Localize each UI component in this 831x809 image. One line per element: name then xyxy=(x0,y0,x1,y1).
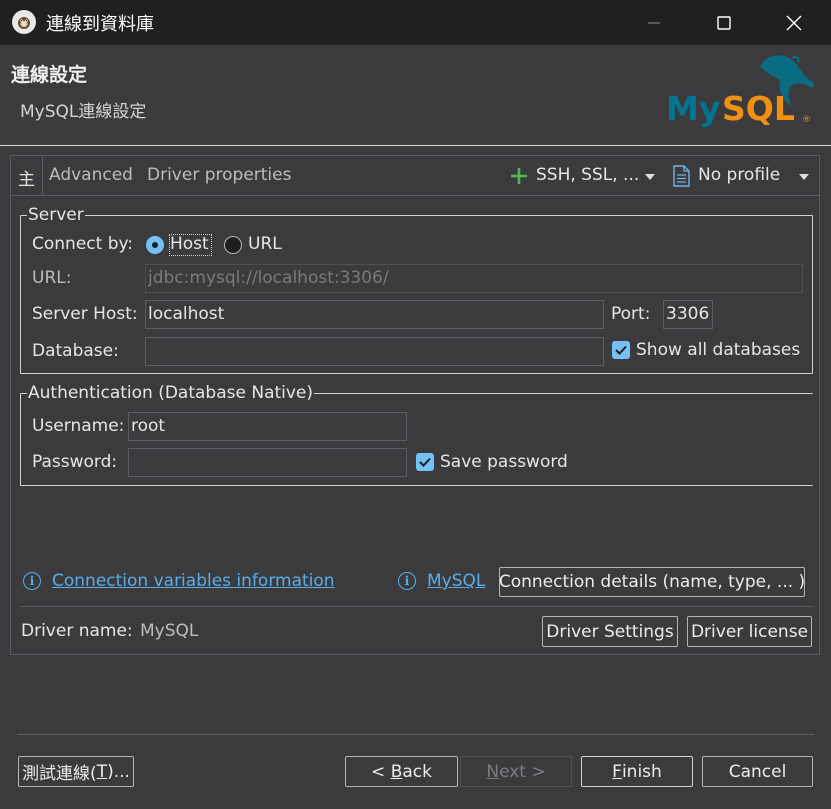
profile-selector[interactable]: No profile xyxy=(698,165,780,185)
server-host-input[interactable]: localhost xyxy=(145,300,604,329)
database-input[interactable] xyxy=(145,337,604,366)
next-mnemonic: N xyxy=(486,761,500,782)
chevron-down-icon[interactable] xyxy=(798,173,810,181)
tab-bar-divider xyxy=(11,195,819,196)
driver-name-label: Driver name: xyxy=(21,621,133,641)
host-radio[interactable] xyxy=(146,236,164,254)
mysql-logo: My SQL ® xyxy=(664,52,820,132)
svg-text:®: ® xyxy=(802,115,811,125)
save-password-label[interactable]: Save password xyxy=(440,452,568,472)
username-label: Username: xyxy=(32,416,125,436)
back-label-pre: < xyxy=(371,761,391,782)
window-title: 連線到資料庫 xyxy=(46,14,154,35)
port-label: Port: xyxy=(611,304,651,324)
username-input[interactable]: root xyxy=(128,412,407,441)
finish-button[interactable]: Finish xyxy=(581,756,693,787)
url-label: URL: xyxy=(32,268,72,288)
driver-divider xyxy=(20,606,813,607)
tab-driver-properties[interactable]: Driver properties xyxy=(147,165,291,185)
test-connection-label-end: )... xyxy=(107,761,130,782)
save-password-checkbox[interactable] xyxy=(416,453,434,471)
mysql-link[interactable]: MySQL xyxy=(427,571,485,591)
ssh-ssl-button[interactable]: SSH, SSL, ... xyxy=(536,165,639,185)
back-mnemonic: B xyxy=(390,761,403,782)
checkmark-icon xyxy=(615,345,627,355)
password-label: Password: xyxy=(32,452,118,472)
back-label-post: ack xyxy=(402,761,432,782)
header-divider xyxy=(0,145,831,146)
maximize-button[interactable] xyxy=(689,0,759,45)
show-all-databases-label[interactable]: Show all databases xyxy=(636,340,800,360)
url-radio-label[interactable]: URL xyxy=(248,234,282,254)
page-subtitle: MySQL連線設定 xyxy=(20,102,147,122)
host-radio-label[interactable]: Host xyxy=(170,234,209,254)
connection-details-button[interactable]: Connection details (name, type, ... ) xyxy=(499,567,805,597)
authentication-group-label: Authentication (Database Native) xyxy=(28,383,314,403)
server-group-label: Server xyxy=(28,205,84,225)
driver-name-value: MySQL xyxy=(140,621,199,641)
close-icon xyxy=(786,15,802,30)
show-all-databases-checkbox[interactable] xyxy=(612,341,630,359)
test-connection-button[interactable]: 測試連線(T)... xyxy=(18,756,134,787)
back-button[interactable]: < Back xyxy=(345,756,458,787)
svg-text:SQL: SQL xyxy=(722,89,795,128)
next-label-post: ext > xyxy=(499,761,546,782)
dbeaver-app-icon xyxy=(12,10,36,34)
test-connection-mnemonic: T xyxy=(96,761,108,782)
checkmark-icon xyxy=(419,457,431,467)
close-button[interactable] xyxy=(759,0,829,45)
url-radio[interactable] xyxy=(224,236,242,254)
minimize-button[interactable] xyxy=(619,0,689,45)
database-label: Database: xyxy=(32,341,119,361)
info-icon: i xyxy=(398,572,416,590)
info-icon: i xyxy=(23,572,41,590)
finish-label-post: inish xyxy=(621,761,662,782)
footer-divider xyxy=(17,734,814,735)
minimize-icon xyxy=(648,21,660,24)
finish-mnemonic: F xyxy=(612,761,622,782)
cancel-button[interactable]: Cancel xyxy=(702,756,813,787)
tab-main[interactable]: 主 xyxy=(18,165,35,190)
document-icon xyxy=(673,165,690,187)
next-button[interactable]: Next > xyxy=(460,756,572,787)
chevron-down-icon[interactable] xyxy=(644,173,656,181)
port-input[interactable]: 3306 xyxy=(663,300,713,329)
page-title: 連線設定 xyxy=(11,64,88,86)
server-host-label: Server Host: xyxy=(32,304,138,324)
maximize-icon xyxy=(717,15,731,30)
driver-settings-button[interactable]: Driver Settings xyxy=(542,616,678,647)
svg-text:My: My xyxy=(666,89,720,128)
password-input[interactable] xyxy=(128,448,407,477)
test-connection-label: 測試連線( xyxy=(22,764,97,784)
connection-variables-link[interactable]: Connection variables information xyxy=(52,571,335,591)
driver-license-button[interactable]: Driver license xyxy=(687,616,812,647)
plus-icon[interactable] xyxy=(510,167,528,185)
connect-by-label: Connect by: xyxy=(32,234,134,254)
url-field[interactable]: jdbc:mysql://localhost:3306/ xyxy=(145,264,803,293)
tab-advanced[interactable]: Advanced xyxy=(49,165,133,185)
